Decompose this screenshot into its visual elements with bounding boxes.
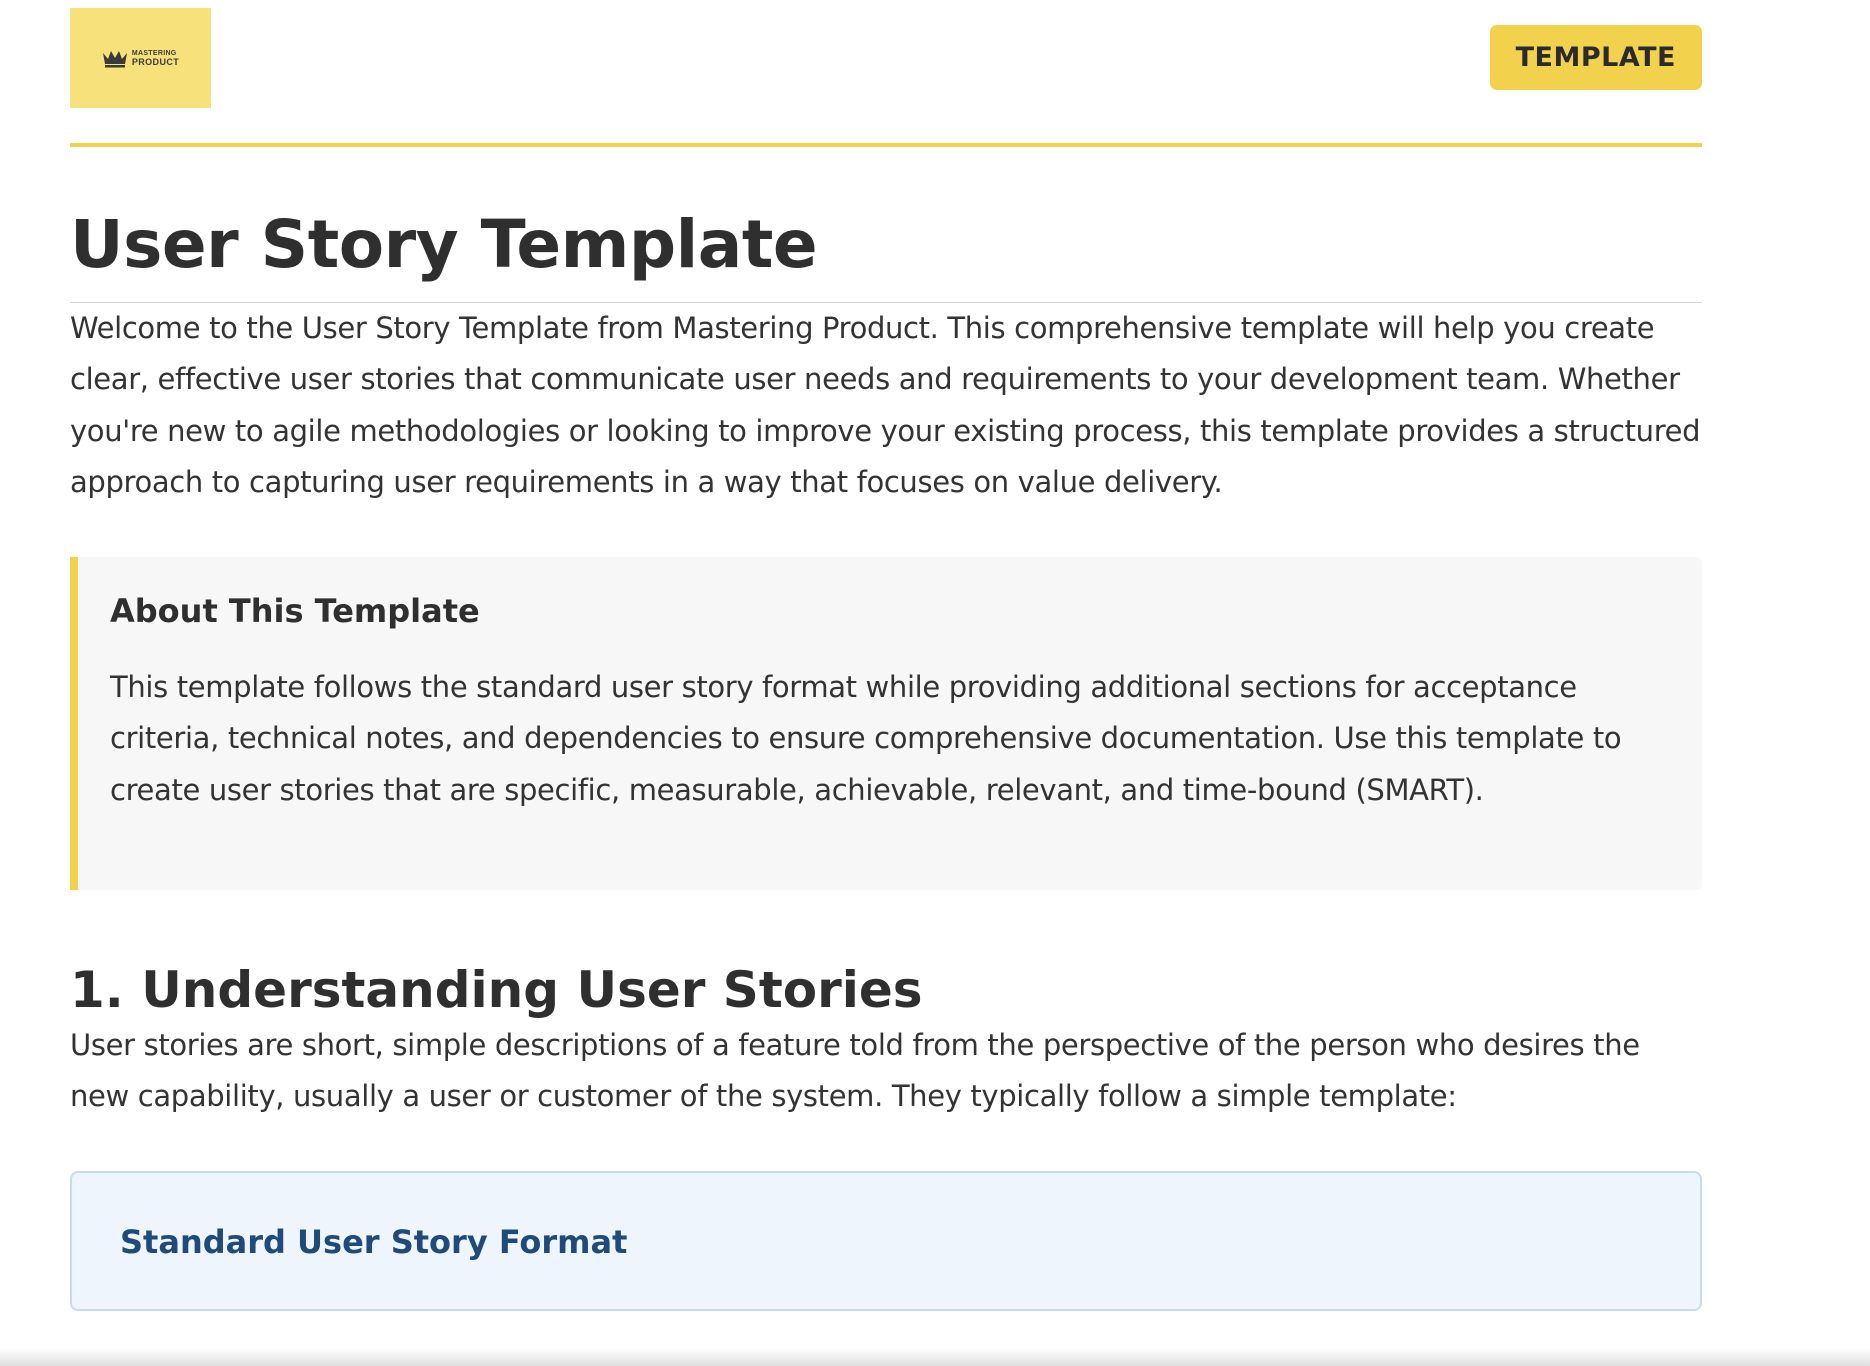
about-callout: About This Template This template follow… — [70, 556, 1702, 890]
template-badge: TEMPLATE — [1489, 25, 1702, 90]
format-box: Standard User Story Format — [70, 1170, 1702, 1311]
logo-line2: PRODUCT — [131, 57, 180, 67]
scroll-edge-shadow — [0, 1348, 1870, 1366]
callout-heading: About This Template — [110, 591, 480, 630]
section-heading-understanding: 1. Understanding User Stories — [70, 960, 923, 1019]
logo[interactable]: MASTERING PRODUCT — [70, 8, 211, 108]
intro-paragraph: Welcome to the User Story Template from … — [70, 310, 1701, 500]
page-title: User Story Template — [70, 206, 818, 283]
logo-mark: MASTERING PRODUCT — [102, 48, 179, 68]
document-container: MASTERING PRODUCT TEMPLATE User Story Te… — [70, 0, 1702, 1311]
logo-wordmark: MASTERING PRODUCT — [132, 49, 179, 67]
callout-text: This template follows the standard user … — [110, 669, 1622, 807]
crown-icon — [102, 48, 128, 68]
page: MASTERING PRODUCT TEMPLATE User Story Te… — [0, 0, 1870, 1366]
format-box-title: Standard User Story Format — [120, 1222, 628, 1261]
page-header: MASTERING PRODUCT TEMPLATE — [70, 0, 1702, 147]
section-paragraph: User stories are short, simple descripti… — [70, 1027, 1640, 1114]
